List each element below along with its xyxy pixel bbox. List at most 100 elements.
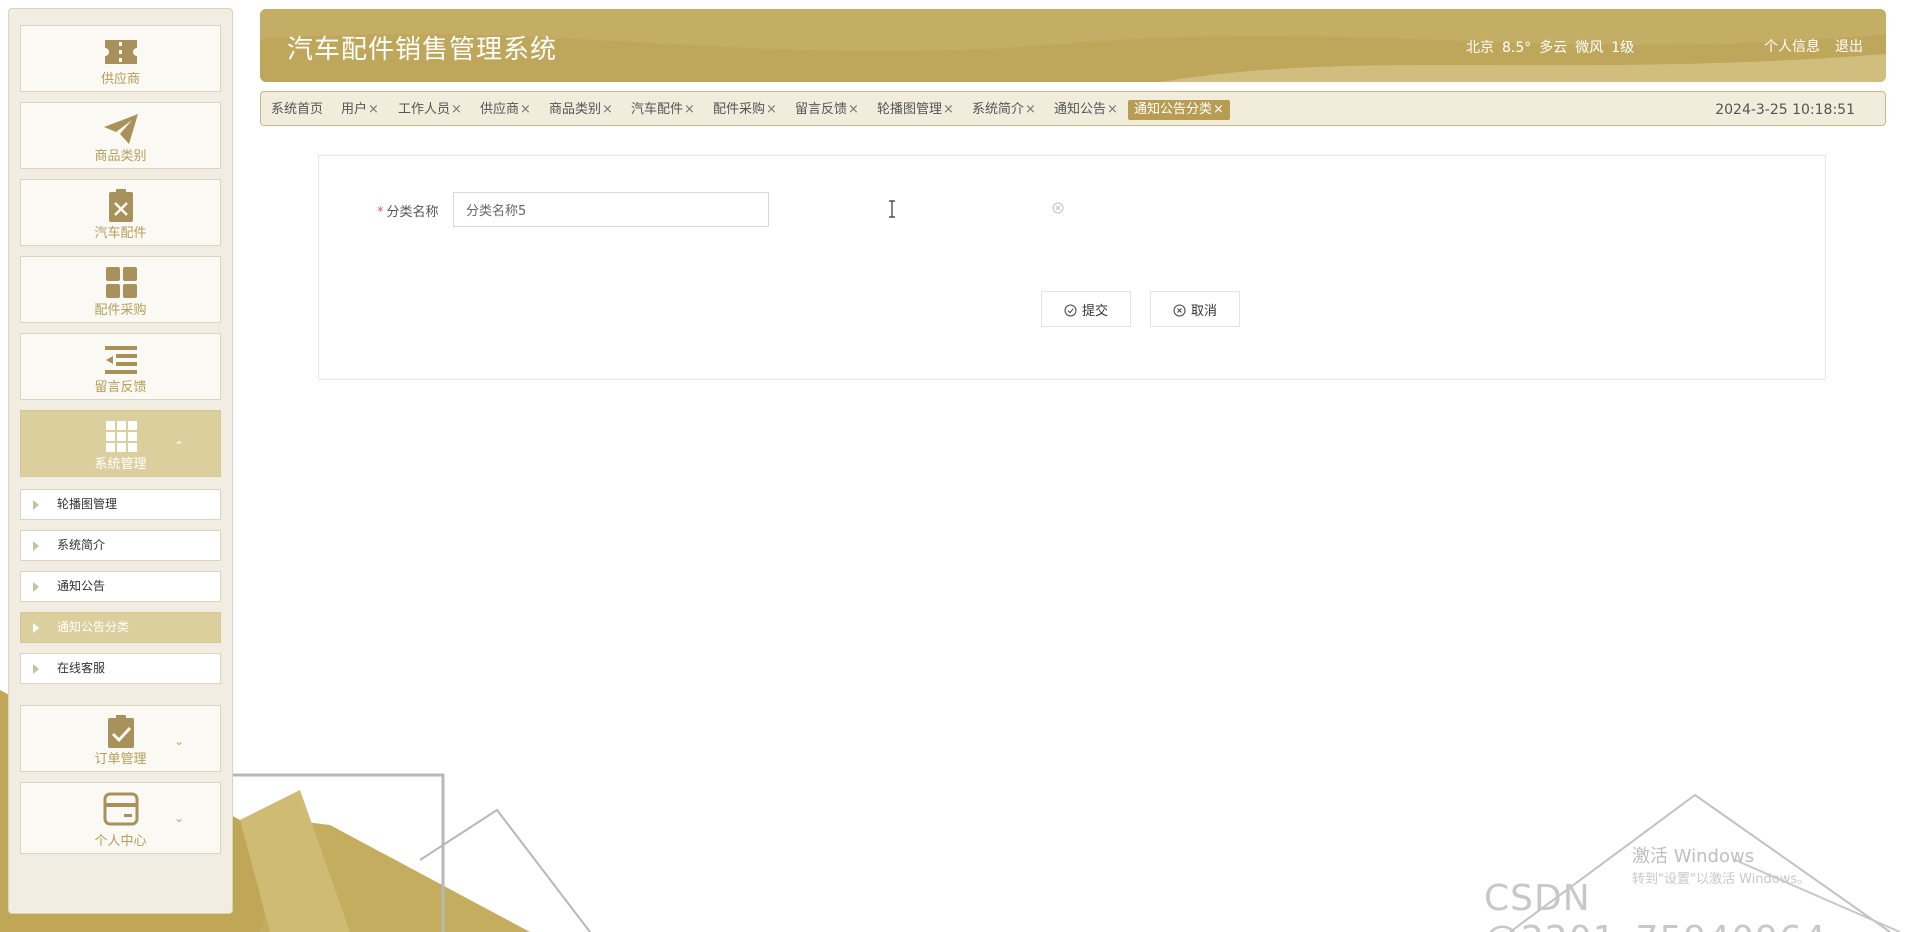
tab-label: 通知公告 [1054, 102, 1107, 117]
submenu-item-carousel[interactable]: 轮播图管理 [20, 489, 221, 520]
menu-supplier[interactable]: 供应商 [20, 25, 221, 92]
close-icon[interactable]: × [848, 102, 859, 117]
tab-supplier[interactable]: 供应商× [480, 100, 531, 120]
logout-link[interactable]: 退出 [1835, 36, 1863, 56]
weather-temperature: 8.5° [1502, 40, 1532, 56]
field-label: * 分类名称 [377, 201, 439, 220]
check-circle-icon [1064, 304, 1077, 316]
tab-notice[interactable]: 通知公告× [1054, 100, 1118, 120]
tab-label: 工作人员 [398, 102, 451, 117]
sidebar: 供应商 商品类别 汽车配件 配件采购 留言反馈 系统管理 ⌃ 轮播图管理 系统简… [8, 8, 233, 914]
tab-intro[interactable]: 系统简介× [972, 100, 1036, 120]
close-icon[interactable]: × [684, 102, 695, 117]
tab-user[interactable]: 用户× [341, 100, 379, 120]
form-panel: *分类名称 提交 取消 [318, 155, 1826, 380]
ticket-icon [104, 40, 137, 64]
menu-label: 个人中心 [94, 834, 147, 849]
chevron-up-icon: ⌃ [173, 439, 184, 453]
tab-home[interactable]: 系统首页 [271, 100, 323, 120]
submenu-item-intro[interactable]: 系统简介 [20, 530, 221, 561]
clear-icon[interactable] [1052, 202, 1064, 214]
chevron-down-icon: ⌄ [173, 734, 184, 748]
tab-label: 轮播图管理 [877, 102, 943, 117]
menu-auto-parts[interactable]: 汽车配件 [20, 179, 221, 246]
caret-right-icon [33, 500, 39, 510]
caret-right-icon [33, 582, 39, 592]
grid-squares-icon [105, 267, 137, 298]
close-icon[interactable]: × [943, 102, 954, 117]
submenu-item-online-service[interactable]: 在线客服 [20, 653, 221, 684]
cancel-button[interactable]: 取消 [1150, 291, 1240, 327]
tab-category[interactable]: 商品类别× [549, 100, 613, 120]
close-icon[interactable]: × [368, 102, 379, 117]
menu-category[interactable]: 商品类别 [20, 102, 221, 169]
close-circle-icon [1173, 304, 1186, 316]
required-mark: * [377, 205, 384, 220]
close-icon[interactable]: × [1025, 102, 1036, 117]
card-icon [103, 792, 138, 826]
menu-label: 订单管理 [94, 752, 147, 767]
tab-staff[interactable]: 工作人员× [398, 100, 462, 120]
chevron-down-icon: ⌄ [173, 811, 184, 825]
app-header: 汽车配件销售管理系统 北京 8.5° 多云 微风 1级 个人信息 退出 [260, 9, 1886, 82]
menu-label: 汽车配件 [94, 226, 147, 241]
tab-label: 系统首页 [271, 102, 324, 117]
menu-label: 供应商 [100, 72, 140, 87]
menu-purchase[interactable]: 配件采购 [20, 256, 221, 323]
weather-condition: 多云 [1539, 40, 1568, 56]
close-icon[interactable]: × [1107, 102, 1118, 117]
submenu-label: 轮播图管理 [57, 497, 118, 511]
tab-label: 留言反馈 [795, 102, 848, 117]
tab-feedback[interactable]: 留言反馈× [795, 100, 859, 120]
submenu-label: 通知公告 [57, 579, 106, 593]
app-title: 汽车配件销售管理系统 [287, 35, 558, 65]
submenu-label: 通知公告分类 [57, 620, 130, 634]
submenu-item-notice-category[interactable]: 通知公告分类 [20, 612, 221, 643]
close-icon[interactable]: × [520, 102, 531, 117]
weather-info: 北京 8.5° 多云 微风 1级 [1466, 37, 1642, 57]
clipboard-x-icon [108, 189, 133, 222]
tab-label: 用户 [341, 102, 368, 117]
weather-wind: 微风 [1575, 40, 1604, 56]
tab-bar: 系统首页 用户× 工作人员× 供应商× 商品类别× 汽车配件× 配件采购× 留言… [260, 91, 1886, 126]
submenu-label: 系统简介 [57, 538, 106, 552]
menu-order-management[interactable]: 订单管理 ⌄ [20, 705, 221, 772]
submit-button[interactable]: 提交 [1041, 291, 1131, 327]
menu-system-management[interactable]: 系统管理 ⌃ [20, 410, 221, 477]
tab-auto-parts[interactable]: 汽车配件× [631, 100, 695, 120]
menu-label: 系统管理 [94, 457, 147, 472]
list-indent-icon [104, 346, 137, 374]
field-label-text: 分类名称 [386, 205, 439, 220]
menu-label: 留言反馈 [94, 380, 147, 395]
tab-label: 供应商 [480, 102, 520, 117]
menu-personal-center[interactable]: 个人中心 ⌄ [20, 782, 221, 854]
close-icon[interactable]: × [602, 102, 613, 117]
tab-label: 配件采购 [713, 102, 766, 117]
menu-feedback[interactable]: 留言反馈 [20, 333, 221, 400]
close-icon[interactable]: × [1213, 102, 1224, 117]
clipboard-check-icon [107, 715, 134, 748]
category-name-input[interactable] [453, 192, 769, 227]
profile-link[interactable]: 个人信息 [1764, 36, 1820, 56]
cancel-label: 取消 [1190, 303, 1217, 319]
close-icon[interactable]: × [451, 102, 462, 117]
submenu-item-notice[interactable]: 通知公告 [20, 571, 221, 602]
submenu-label: 在线客服 [57, 661, 106, 675]
windows-activation-title: 激活 Windows [1632, 846, 1755, 867]
current-datetime: 2024-3-25 10:18:51 [1715, 102, 1855, 118]
text-cursor-icon [889, 200, 895, 218]
tab-notice-category[interactable]: 通知公告分类× [1128, 100, 1230, 120]
tab-purchase[interactable]: 配件采购× [713, 100, 777, 120]
close-icon[interactable]: × [766, 102, 777, 117]
submit-label: 提交 [1081, 303, 1108, 319]
grid-nine-icon [105, 421, 137, 452]
tab-label: 系统简介 [972, 102, 1025, 117]
caret-right-icon [33, 664, 39, 674]
weather-city: 北京 [1466, 40, 1494, 56]
caret-right-icon [33, 623, 39, 633]
weather-level: 1级 [1611, 40, 1635, 56]
csdn-watermark: CSDN @2201_75940964 [1484, 878, 1826, 932]
background-decoration [0, 690, 1901, 932]
tab-label: 商品类别 [549, 102, 602, 117]
tab-carousel[interactable]: 轮播图管理× [877, 100, 954, 120]
